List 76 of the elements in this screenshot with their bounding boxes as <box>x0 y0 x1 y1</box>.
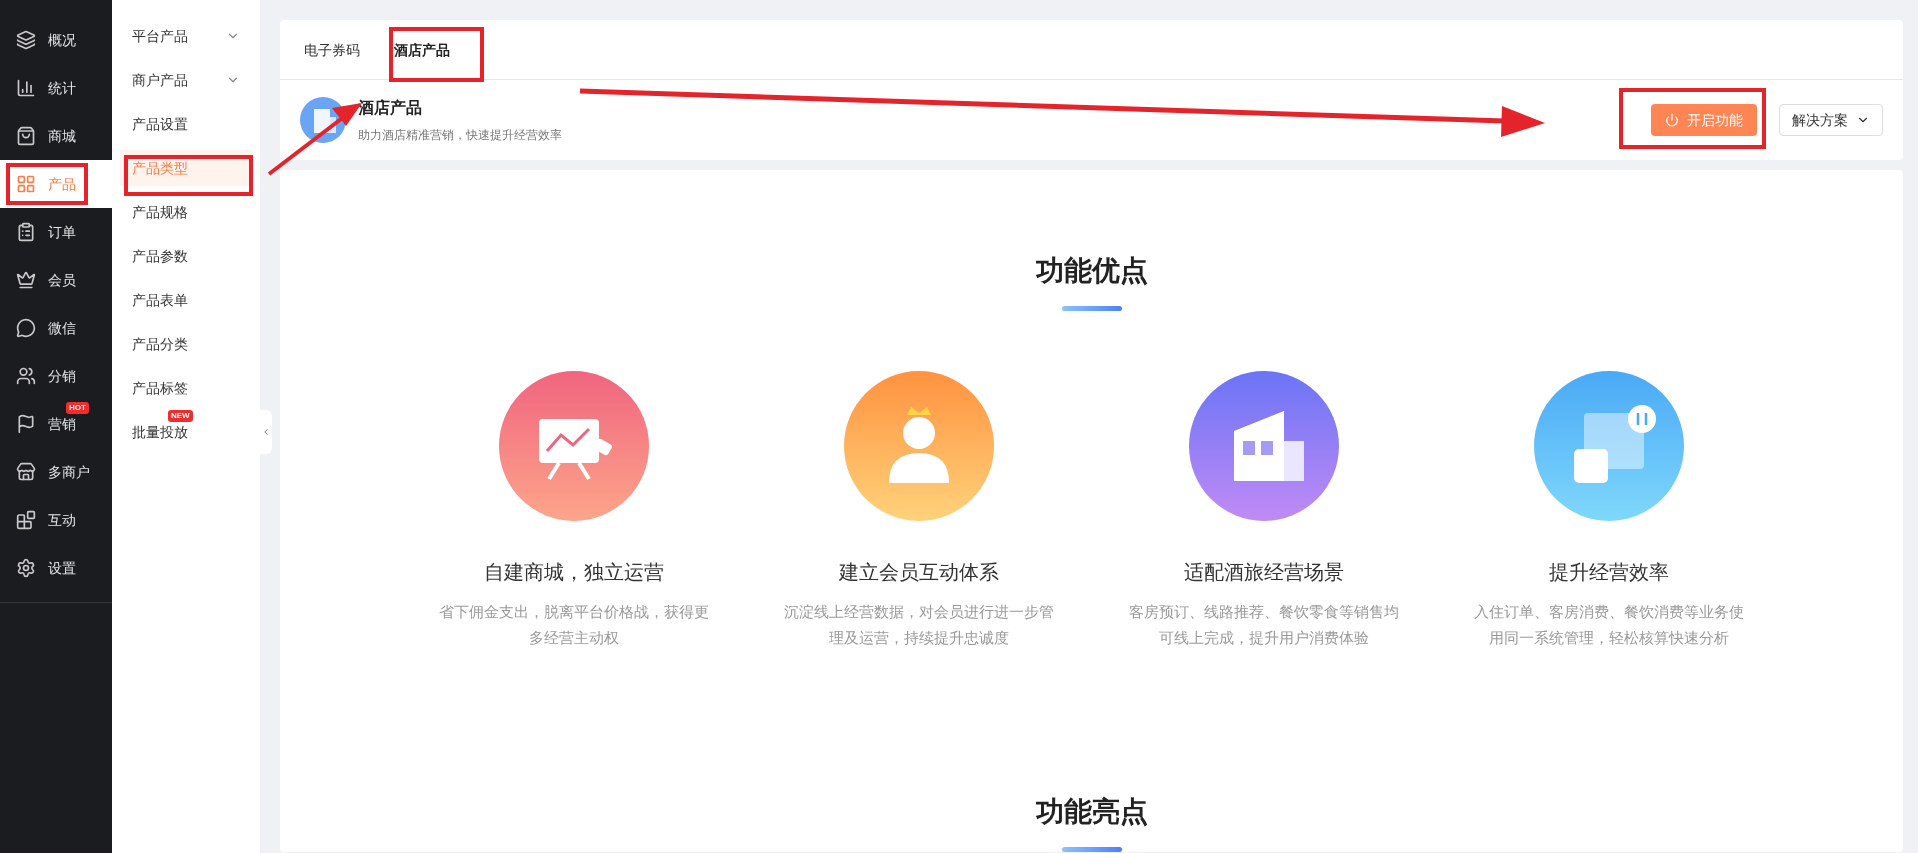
feature-title: 建立会员互动体系 <box>839 560 999 585</box>
settings-icon <box>16 558 36 578</box>
submenu-label: 产品类型 <box>132 158 188 178</box>
title-underline <box>1061 847 1122 852</box>
sidebar-label: 统计 <box>48 78 76 98</box>
submenu-label: 产品设置 <box>132 114 188 134</box>
submenu-label: 商户产品 <box>132 70 188 90</box>
sidebar-label: 会员 <box>48 270 76 290</box>
chat-icon <box>16 318 36 338</box>
bag-icon <box>16 126 36 146</box>
sidebar-item[interactable]: 商城 <box>0 112 112 160</box>
submenu-item[interactable]: 产品参数 <box>120 238 252 274</box>
submenu-label: 平台产品 <box>132 26 188 46</box>
sidebar-label: 概况 <box>48 30 76 50</box>
sidebar-item[interactable]: 概况 <box>0 16 112 64</box>
flag-icon <box>16 414 36 434</box>
submenu-label: 产品参数 <box>132 246 188 266</box>
sidebar-item[interactable]: 统计 <box>0 64 112 112</box>
users-icon <box>16 366 36 386</box>
submenu-item[interactable]: 产品设置 <box>120 106 252 142</box>
submenu-label: 批量投放 <box>132 422 188 442</box>
crown-icon <box>16 270 36 290</box>
sidebar-label: 产品 <box>48 174 76 194</box>
sidebar-item[interactable]: 设置 <box>0 544 112 592</box>
new-badge: NEW <box>168 410 193 422</box>
sidebar-item[interactable]: 微信 <box>0 304 112 352</box>
chevron-left-icon <box>261 427 271 437</box>
submenu-label: 产品分类 <box>132 334 188 354</box>
hot-badge: HOT <box>66 402 89 414</box>
submenu-item[interactable]: 产品分类 <box>120 326 252 362</box>
submenu-item[interactable]: 产品规格 <box>120 194 252 230</box>
solutions-dropdown[interactable]: 解决方案 <box>1779 104 1883 136</box>
sidebar-item[interactable]: HOT 营销 <box>0 400 112 448</box>
sidebar-item[interactable]: 会员 <box>0 256 112 304</box>
feature-description: 省下佣金支出，脱离平台价格战，获得更多经营主动权 <box>438 602 710 648</box>
sidebar-label: 订单 <box>48 222 76 242</box>
title-underline <box>1061 306 1122 311</box>
clipboard-icon <box>16 222 36 242</box>
sidebar-label: 互动 <box>48 510 76 530</box>
feature-description: 沉淀线上经营数据，对会员进行进一步管理及运营，持续提升忠诚度 <box>783 602 1055 648</box>
blocks-icon <box>16 510 36 530</box>
submenu-item[interactable]: 产品标签 <box>120 370 252 406</box>
grid-icon <box>16 174 36 194</box>
chart-icon <box>16 78 36 98</box>
hotel-building-icon <box>300 97 346 143</box>
feature-title: 适配酒旅经营场景 <box>1184 560 1344 585</box>
feature-title: 提升经营效率 <box>1549 560 1669 585</box>
submenu-item[interactable]: 商户产品 <box>120 62 252 98</box>
sidebar-label: 商城 <box>48 126 76 146</box>
section-title: 功能优点 <box>1035 254 1148 288</box>
header-title: 酒店产品 <box>358 98 423 118</box>
header-subtitle: 助力酒店精准营销，快速提升经营效率 <box>358 127 562 144</box>
sidebar-item[interactable]: 多商户 <box>0 448 112 496</box>
collapse-handle[interactable] <box>260 410 272 454</box>
sidebar-item[interactable]: 分销 <box>0 352 112 400</box>
submenu-item[interactable]: 平台产品 <box>120 18 252 54</box>
submenu-label: 产品标签 <box>132 378 188 398</box>
sidebar-label: 设置 <box>48 558 76 578</box>
sidebar-label: 多商户 <box>48 462 90 482</box>
submenu-label: 产品表单 <box>132 290 188 310</box>
sidebar-item[interactable]: 订单 <box>0 208 112 256</box>
sidebar-label: 分销 <box>48 366 76 386</box>
power-icon <box>1665 113 1679 127</box>
feature-description: 客房预订、线路推荐、餐饮零食等销售均可线上完成，提升用户消费体验 <box>1128 602 1400 648</box>
submenu-item[interactable]: 产品表单 <box>120 282 252 318</box>
feature-title: 自建商城，独立运营 <box>484 560 664 585</box>
tab[interactable]: 电子券码 <box>304 40 360 79</box>
layers-icon <box>16 30 36 50</box>
submenu-label: 产品规格 <box>132 202 188 222</box>
feature-description: 入住订单、客房消费、餐饮消费等业务使用同一系统管理，轻松核算快速分析 <box>1473 602 1745 648</box>
store-icon <box>16 462 36 482</box>
section-title: 功能亮点 <box>1035 795 1148 829</box>
sidebar-item[interactable]: 互动 <box>0 496 112 544</box>
sidebar-label: 营销 <box>48 414 76 434</box>
sidebar-label: 微信 <box>48 318 76 338</box>
tab[interactable]: 酒店产品 <box>394 40 450 79</box>
